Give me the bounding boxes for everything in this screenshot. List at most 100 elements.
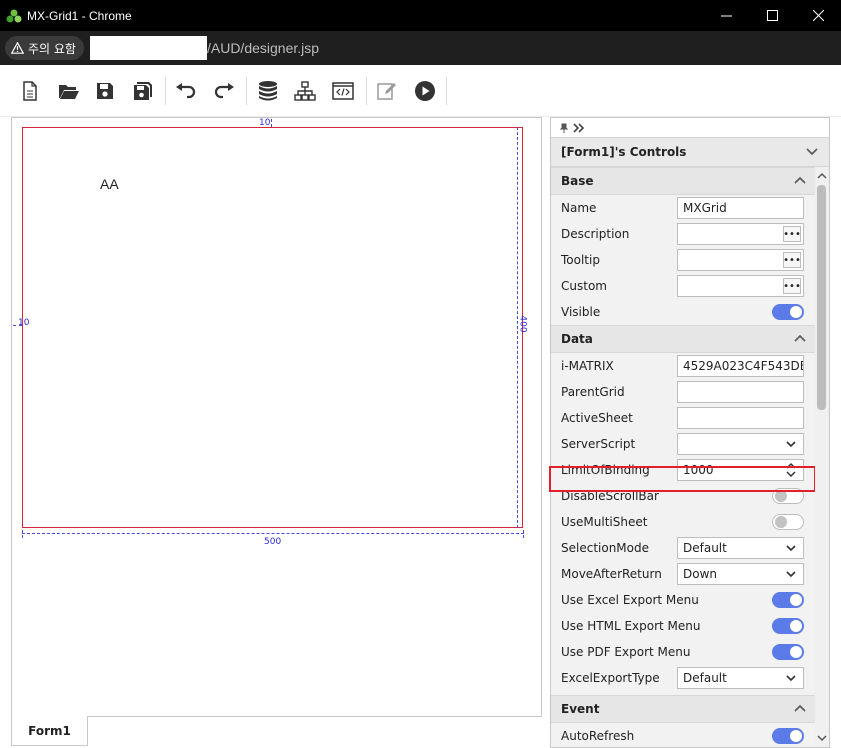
open-folder-button[interactable] [57, 79, 81, 103]
chevron-up-icon[interactable] [793, 174, 807, 188]
right-dimension: 400 [517, 315, 528, 333]
tooltip-field[interactable]: ••• [677, 249, 804, 271]
limitofbinding-highlight [549, 466, 816, 492]
prop-row-excel-export: Use Excel Export Menu [551, 587, 815, 613]
chevron-down-icon [786, 545, 796, 552]
prop-row-autorefresh: AutoRefresh [551, 723, 815, 747]
name-field[interactable]: MXGrid [677, 197, 804, 219]
section-event[interactable]: Event [551, 695, 815, 723]
properties-panel: [Form1]'s Controls Base Name MXGrid Desc… [550, 117, 830, 748]
prop-row-selectionmode: SelectionMode Default [551, 535, 815, 561]
security-warning-label: 주의 요함 [28, 41, 76, 56]
excelexporttype-select[interactable]: Default [677, 667, 804, 689]
scrollbar-thumb[interactable] [817, 185, 826, 410]
undo-button[interactable] [174, 79, 198, 103]
autorefresh-toggle[interactable] [772, 728, 804, 744]
panel-title: [Form1]'s Controls [561, 145, 687, 159]
form-boundary[interactable] [22, 127, 523, 528]
save-all-icon [134, 82, 152, 100]
panel-scrollbar[interactable] [815, 167, 829, 747]
window-title: MX-Grid1 - Chrome [27, 8, 132, 23]
section-data[interactable]: Data [551, 325, 815, 353]
chevron-up-icon[interactable] [793, 332, 807, 346]
bottom-dimension: 500 [264, 537, 282, 547]
prop-row-description: Description ••• [551, 221, 815, 247]
scroll-up-icon[interactable] [817, 171, 827, 181]
prop-row-parentgrid: ParentGrid [551, 379, 815, 405]
minimize-icon [720, 15, 732, 17]
parentgrid-field[interactable] [677, 381, 804, 403]
title-bar: MX-Grid1 - Chrome [0, 0, 841, 31]
maximize-icon [766, 10, 778, 21]
prop-row-custom: Custom ••• [551, 273, 815, 299]
label-control[interactable]: AA [100, 176, 119, 192]
visible-toggle[interactable] [772, 304, 804, 320]
tab-form1[interactable]: Form1 [11, 716, 88, 746]
minimize-button[interactable] [703, 0, 749, 31]
prop-row-activesheet: ActiveSheet [551, 405, 815, 431]
app-logo-icon [6, 9, 22, 22]
hierarchy-button[interactable] [293, 79, 317, 103]
save-button[interactable] [93, 79, 117, 103]
usemultisheet-toggle[interactable] [772, 514, 804, 530]
chevron-down-icon [786, 441, 796, 448]
description-field[interactable]: ••• [677, 223, 804, 245]
pin-icon[interactable] [559, 123, 569, 133]
redo-icon [214, 83, 234, 99]
chevron-down-icon[interactable] [805, 144, 819, 158]
new-document-button[interactable] [18, 79, 42, 103]
prop-row-pdf-export: Use PDF Export Menu [551, 639, 815, 665]
scroll-down-icon[interactable] [817, 733, 827, 743]
prop-row-visible: Visible [551, 299, 815, 325]
activesheet-field[interactable] [677, 407, 804, 429]
edit-button[interactable] [375, 79, 399, 103]
run-button[interactable] [413, 79, 437, 103]
close-button[interactable] [795, 0, 841, 31]
edit-icon [377, 83, 396, 100]
prop-row-moveafterreturn: MoveAfterReturn Down [551, 561, 815, 587]
address-bar: 주의 요함 /AUD/designer.jsp [0, 31, 841, 65]
security-warning-chip[interactable]: 주의 요함 [5, 36, 84, 60]
ellipsis-button[interactable]: ••• [783, 226, 801, 242]
new-document-icon [23, 81, 37, 101]
top-dimension: 10 [259, 118, 271, 128]
bottom-guide-line [22, 533, 524, 534]
left-dimension: 10 [18, 318, 30, 328]
close-icon [812, 10, 824, 21]
url-path[interactable]: /AUD/designer.jsp [207, 40, 319, 56]
chevron-down-icon [786, 571, 796, 578]
prop-row-name: Name MXGrid [551, 195, 815, 221]
prop-row-excelexporttype: ExcelExportType Default [551, 665, 815, 691]
prop-row-tooltip: Tooltip ••• [551, 247, 815, 273]
pdf-export-toggle[interactable] [772, 644, 804, 660]
serverscript-select[interactable] [677, 433, 804, 455]
chevron-up-icon[interactable] [793, 702, 807, 716]
warning-icon [11, 42, 24, 54]
maximize-button[interactable] [749, 0, 795, 31]
code-view-button[interactable] [331, 79, 355, 103]
double-chevron-right-icon[interactable] [573, 122, 585, 133]
moveafterreturn-select[interactable]: Down [677, 563, 804, 585]
prop-row-usemultisheet: UseMultiSheet [551, 509, 815, 535]
url-redacted-host [89, 36, 207, 60]
code-view-icon [332, 82, 354, 100]
section-base[interactable]: Base [551, 167, 815, 195]
save-all-button[interactable] [131, 79, 155, 103]
selectionmode-select[interactable]: Default [677, 537, 804, 559]
save-icon [97, 83, 113, 99]
ellipsis-button[interactable]: ••• [783, 252, 801, 268]
custom-field[interactable]: ••• [677, 275, 804, 297]
ellipsis-button[interactable]: ••• [783, 278, 801, 294]
excel-export-toggle[interactable] [772, 592, 804, 608]
panel-header[interactable]: [Form1]'s Controls [551, 138, 829, 167]
prop-row-html-export: Use HTML Export Menu [551, 613, 815, 639]
redo-button[interactable] [212, 79, 236, 103]
undo-icon [176, 83, 196, 99]
html-export-toggle[interactable] [772, 618, 804, 634]
database-button[interactable] [256, 79, 280, 103]
panel-pin-bar [551, 118, 829, 138]
designer-toolbar [0, 65, 841, 117]
database-icon [259, 81, 277, 101]
imatrix-field[interactable]: 4529A023C4F543DEB [677, 355, 804, 377]
prop-row-serverscript: ServerScript [551, 431, 815, 457]
